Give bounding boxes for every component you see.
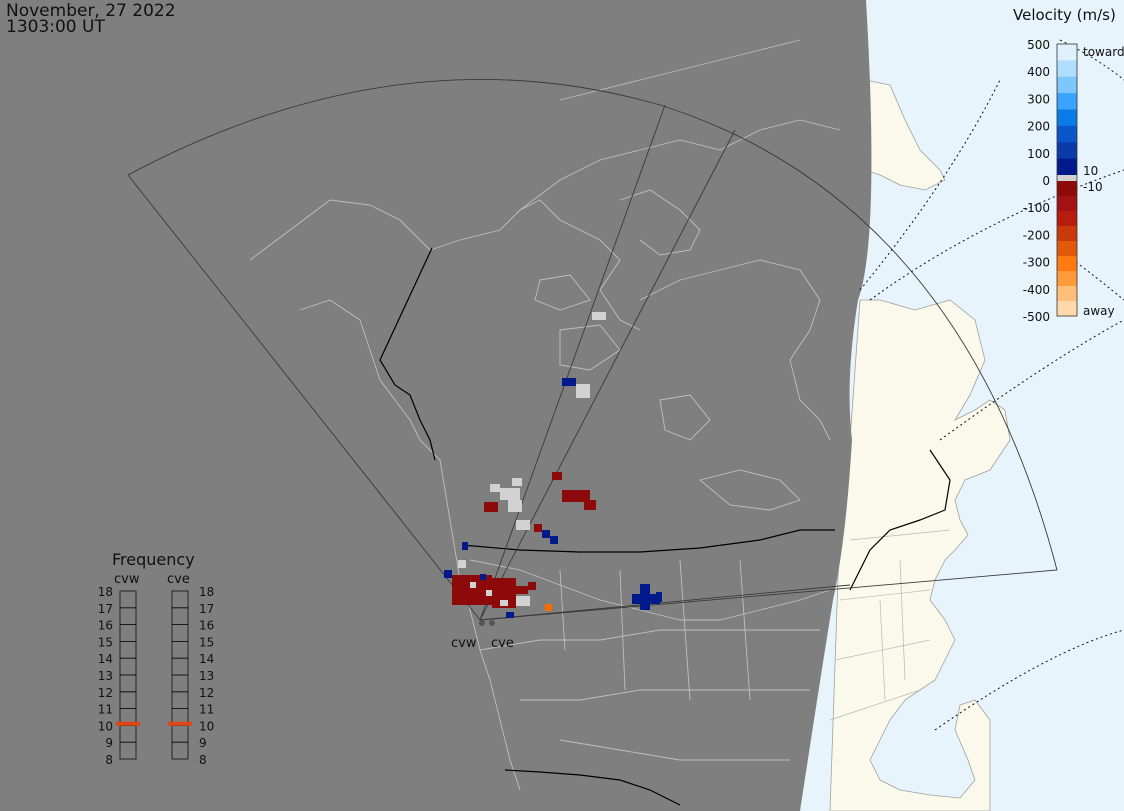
- scatter-cell-ground: [576, 384, 590, 398]
- frequency-label-right: 12: [199, 686, 214, 700]
- frequency-label-right: 10: [199, 719, 214, 733]
- radar-label-cve: cve: [491, 636, 514, 651]
- scatter-cell-ground: [490, 484, 500, 492]
- scatter-cell-toward: [656, 592, 662, 602]
- frequency-label-right: 14: [199, 652, 214, 666]
- velocity-swatch: [1057, 142, 1077, 160]
- scatter-cell-ground: [516, 520, 530, 530]
- scatter-cell-ground: [470, 582, 476, 588]
- scatter-cell-ground: [500, 600, 508, 606]
- frequency-label-left: 16: [98, 619, 113, 633]
- velocity-tick-label: -300: [1023, 256, 1050, 270]
- velocity-tick-label: -100: [1023, 201, 1050, 215]
- frequency-label-right: 16: [199, 619, 214, 633]
- scatter-cell-toward: [632, 594, 660, 604]
- frequency-label-right: 11: [199, 703, 214, 717]
- velocity-swatch: [1057, 196, 1077, 212]
- scatter-cell-ground: [486, 590, 492, 596]
- velocity-swatch: [1057, 93, 1077, 110]
- velocity-tick-label: 200: [1027, 120, 1050, 134]
- map-canvas: cvw cve Velocity (m/s) 5004003002001000-…: [0, 0, 1124, 811]
- frequency-selected-marker: [168, 721, 192, 726]
- scatter-cell-toward: [462, 542, 468, 550]
- scatter-cell-toward: [562, 378, 576, 386]
- frequency-label-right: 9: [199, 736, 207, 750]
- scatter-cell-ground: [458, 560, 466, 568]
- velocity-tick-label: -500: [1023, 310, 1050, 324]
- scatter-cell-toward: [480, 574, 486, 580]
- scatter-cell-away: [528, 582, 536, 590]
- velocity-tick-label: 100: [1027, 147, 1050, 161]
- scatter-cell-toward: [506, 612, 514, 618]
- velocity-tick-label: 400: [1027, 65, 1050, 79]
- scatter-cell-ground: [512, 478, 522, 486]
- radar-site-cvw: [479, 620, 485, 626]
- ground-scatter-upper-label: 10: [1083, 164, 1098, 178]
- velocity-colorbar: [1056, 43, 1078, 317]
- scatter-cell-away: [552, 472, 562, 480]
- frequency-label-left: 9: [105, 736, 113, 750]
- frequency-label-left: 12: [98, 686, 113, 700]
- scatter-cell-ground: [592, 312, 606, 320]
- radar-site-cve: [489, 620, 495, 626]
- velocity-swatch: [1057, 271, 1077, 287]
- radar-label-cvw: cvw: [451, 636, 477, 651]
- velocity-swatch: [1057, 76, 1077, 94]
- ground-scatter-swatch: [1057, 175, 1077, 181]
- scatter-cell-toward: [542, 530, 550, 538]
- scatter-cell-ground: [508, 500, 522, 512]
- frequency-label-left: 8: [105, 753, 113, 767]
- frequency-label-left: 13: [98, 669, 113, 683]
- velocity-toward-label: toward: [1083, 45, 1124, 59]
- scatter-cell-ground: [500, 488, 520, 500]
- frequency-label-left: 17: [98, 602, 113, 616]
- night-terminator-region: [0, 0, 872, 811]
- velocity-tick-label: 500: [1027, 38, 1050, 52]
- velocity-swatch: [1057, 256, 1077, 272]
- frequency-col-cve: cve: [167, 572, 190, 587]
- velocity-legend-title: Velocity (m/s): [1013, 6, 1116, 24]
- velocity-tick-label: -400: [1023, 283, 1050, 297]
- velocity-swatch: [1057, 241, 1077, 257]
- velocity-swatch: [1057, 226, 1077, 242]
- frequency-label-right: 15: [199, 635, 214, 649]
- frequency-col-cvw: cvw: [114, 572, 140, 587]
- frequency-label-right: 18: [199, 585, 214, 599]
- scatter-cell-away: [584, 500, 596, 510]
- scatter-cell-away: [484, 502, 498, 512]
- frequency-label-right: 17: [199, 602, 214, 616]
- frequency-title: Frequency: [112, 550, 195, 569]
- scatter-cell-ground: [516, 596, 530, 606]
- velocity-swatch: [1057, 60, 1077, 78]
- scatter-cell-away: [534, 524, 542, 532]
- time-label: 1303:00 UT: [6, 17, 105, 37]
- velocity-tick-label: 300: [1027, 92, 1050, 106]
- velocity-swatch: [1057, 125, 1077, 143]
- velocity-swatch: [1057, 109, 1077, 127]
- velocity-tick-label: 0: [1042, 174, 1050, 188]
- frequency-label-left: 11: [98, 703, 113, 717]
- frequency-label-left: 14: [98, 652, 113, 666]
- frequency-selected-marker: [116, 721, 140, 726]
- velocity-swatch: [1057, 286, 1077, 302]
- frequency-label-left: 15: [98, 635, 113, 649]
- scatter-cell-away: [516, 586, 528, 594]
- frequency-label-left: 18: [98, 585, 113, 599]
- ground-scatter-lower-label: -10: [1083, 180, 1103, 194]
- velocity-swatch: [1057, 158, 1077, 176]
- radar-map-view: cvw cve Velocity (m/s) 500 400 300 200 1…: [0, 0, 1124, 811]
- velocity-swatch: [1057, 44, 1077, 61]
- frequency-label-right: 8: [199, 753, 207, 767]
- velocity-tick-label: -200: [1023, 228, 1050, 242]
- frequency-label-right: 13: [199, 669, 214, 683]
- scatter-cell-toward: [550, 536, 558, 544]
- frequency-label-left: 10: [98, 719, 113, 733]
- scatter-cell-orange: [545, 604, 552, 611]
- velocity-swatch: [1057, 181, 1077, 197]
- velocity-away-label: away: [1083, 304, 1115, 318]
- velocity-swatch: [1057, 211, 1077, 227]
- velocity-swatch: [1057, 301, 1077, 317]
- scatter-cell-toward: [444, 570, 452, 578]
